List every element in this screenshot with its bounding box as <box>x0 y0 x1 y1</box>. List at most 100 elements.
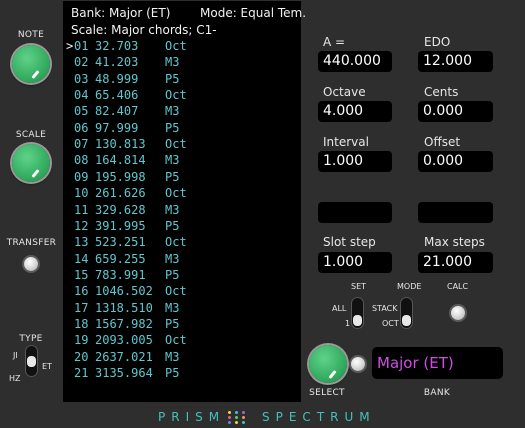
row-index: 13 <box>74 235 89 250</box>
select-button[interactable] <box>351 357 365 371</box>
row-frequency: 659.255 <box>95 251 146 266</box>
row-interval: Oct <box>165 333 187 348</box>
prism-logo-icon <box>228 410 254 424</box>
row-index: 15 <box>74 267 89 282</box>
set-switch[interactable] <box>352 298 363 328</box>
frequency-row[interactable]: 02 41.203 M3 <box>63 55 301 71</box>
cents-field[interactable]: 0.000 <box>418 101 493 122</box>
calc-label: CALC <box>447 282 469 291</box>
row-index: 02 <box>74 55 89 70</box>
frequency-row[interactable]: 03 48.999 P5 <box>63 72 301 88</box>
scale-line: Scale: Major chords; C1- <box>71 23 217 37</box>
type-switch[interactable] <box>26 346 37 376</box>
row-index: 10 <box>74 186 89 201</box>
calc-button[interactable] <box>451 306 465 320</box>
row-frequency: 1046.502 <box>95 284 153 299</box>
frequency-row[interactable]: 18 1567.982 P5 <box>63 317 301 333</box>
row-interval: M3 <box>165 251 180 266</box>
row-index: 17 <box>74 300 89 315</box>
frequency-row[interactable]: 19 2093.005 Oct <box>63 333 301 349</box>
frequency-row[interactable]: 07 130.813 Oct <box>63 137 301 153</box>
row-interval: M3 <box>165 202 180 217</box>
offset-field[interactable]: 0.000 <box>418 151 493 172</box>
row-interval: Oct <box>165 39 187 53</box>
row-frequency: 329.628 <box>95 202 146 217</box>
row-index: 01 <box>74 39 89 53</box>
row-index: 11 <box>74 202 89 217</box>
row-interval: M3 <box>165 300 180 315</box>
row-index: 12 <box>74 218 89 233</box>
frequency-row[interactable]: 14 659.255 M3 <box>63 252 301 268</box>
row-index: 04 <box>74 88 89 103</box>
frequency-row[interactable]: 12 391.995 P5 <box>63 219 301 235</box>
interval-label: Interval <box>323 135 369 149</box>
frequency-row[interactable]: 05 82.407 M3 <box>63 104 301 120</box>
type-hz-label: HZ <box>9 374 21 383</box>
max-steps-label: Max steps <box>424 235 485 249</box>
a-field[interactable]: 440.000 <box>318 51 392 72</box>
frequency-row[interactable]: 17 1318.510 M3 <box>63 301 301 317</box>
frequency-row[interactable]: 13 523.251 Oct <box>63 235 301 251</box>
row-frequency: 97.999 <box>95 120 139 135</box>
row-interval: P5 <box>165 366 180 380</box>
row-index: 16 <box>74 284 89 299</box>
scale-knob[interactable] <box>12 144 50 182</box>
frequency-row[interactable]: 21 3135.964 P5 <box>63 366 301 382</box>
row-index: 09 <box>74 169 89 184</box>
frequency-row[interactable]: 08 164.814 M3 <box>63 153 301 169</box>
frequency-row[interactable]: >01 32.703 Oct <box>63 39 301 55</box>
octave-label: Octave <box>323 85 366 99</box>
type-label: TYPE <box>19 334 43 344</box>
frequency-row[interactable]: 20 2637.021 M3 <box>63 350 301 366</box>
slot-step-field[interactable]: 1.000 <box>318 252 392 273</box>
cents-label: Cents <box>424 85 459 99</box>
row-interval: M3 <box>165 104 180 119</box>
row-frequency: 2093.005 <box>95 333 153 348</box>
frequency-row[interactable]: 04 65.406 Oct <box>63 88 301 104</box>
row-interval: Oct <box>165 235 187 250</box>
row-interval: P5 <box>165 120 180 135</box>
row-interval: P5 <box>165 71 180 86</box>
row-frequency: 783.991 <box>95 267 146 282</box>
frequency-row[interactable]: 09 195.998 P5 <box>63 170 301 186</box>
row-frequency: 391.995 <box>95 218 146 233</box>
row-cursor: > <box>66 39 74 53</box>
row-interval: Oct <box>165 88 187 103</box>
row-interval: M3 <box>165 55 180 70</box>
mode-switch[interactable] <box>401 298 412 328</box>
scale-label: SCALE <box>15 130 47 140</box>
blank-field-right[interactable] <box>418 202 493 223</box>
transfer-button[interactable] <box>24 257 38 271</box>
slot-step-label: Slot step <box>323 235 376 249</box>
edo-label: EDO <box>424 35 451 49</box>
interval-field[interactable]: 1.000 <box>318 151 392 172</box>
row-index: 14 <box>74 251 89 266</box>
oct-label: OCT <box>382 319 399 328</box>
frequency-row[interactable]: 15 783.991 P5 <box>63 268 301 284</box>
row-frequency: 195.998 <box>95 169 146 184</box>
select-knob[interactable] <box>309 345 347 383</box>
stack-label: STACK <box>372 304 398 313</box>
note-knob[interactable] <box>12 45 50 83</box>
frequency-row[interactable]: 11 329.628 M3 <box>63 203 301 219</box>
row-interval: M3 <box>165 349 180 364</box>
row-index: 19 <box>74 333 89 348</box>
row-index: 03 <box>74 71 89 86</box>
set-label: SET <box>351 282 367 291</box>
blank-field-left[interactable] <box>318 202 392 223</box>
row-frequency: 82.407 <box>95 104 139 119</box>
frequency-row[interactable]: 06 97.999 P5 <box>63 121 301 137</box>
row-index: 08 <box>74 153 89 168</box>
max-steps-field[interactable]: 21.000 <box>418 252 493 273</box>
row-frequency: 1567.982 <box>95 316 153 331</box>
tuning-display: Bank: Major (ET) Mode: Equal Tem. Scale:… <box>63 1 306 402</box>
frequency-row[interactable]: 16 1046.502 Oct <box>63 284 301 300</box>
row-interval: Oct <box>165 284 187 299</box>
module-panel: NOTE SCALE TRANSFER TYPE JI HZ ET Bank: … <box>0 0 525 428</box>
octave-field[interactable]: 4.000 <box>318 101 392 122</box>
frequency-row[interactable]: 10 261.626 Oct <box>63 186 301 202</box>
row-interval: Oct <box>165 137 187 152</box>
row-index: 05 <box>74 104 89 119</box>
edo-field[interactable]: 12.000 <box>418 51 493 72</box>
row-index: 18 <box>74 316 89 331</box>
